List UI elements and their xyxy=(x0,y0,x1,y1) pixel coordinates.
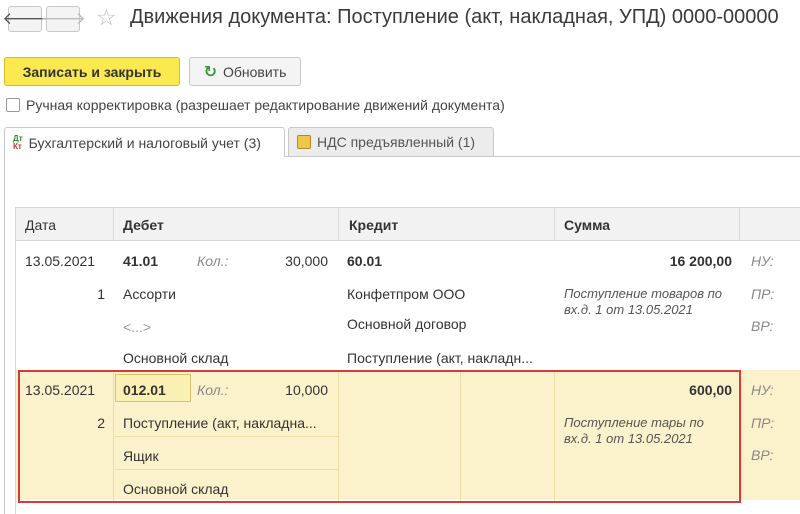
entries-table: Дата Дебет Кредит Сумма 13.05.2021 1 41.… xyxy=(15,207,800,514)
vat-register-icon xyxy=(297,135,311,149)
credit-subconto-2: Основной договор xyxy=(347,316,467,332)
refresh-button[interactable]: ↻ Обновить xyxy=(189,57,301,86)
amount: 16 200,00 xyxy=(669,253,732,269)
debit-subconto-2: <...> xyxy=(123,319,152,335)
tax-vr-label: ВР: xyxy=(751,447,774,463)
selection-highlight-frame xyxy=(18,370,741,503)
debit-subconto-3: Основной склад xyxy=(123,350,229,366)
column-credit[interactable]: Кредит xyxy=(349,217,398,233)
page-title: Движения документа: Поступление (акт, на… xyxy=(130,6,779,28)
form-header: 🡐 🡒 ☆ Движения документа: Поступление (а… xyxy=(0,0,800,38)
credit-subconto-1: Конфетпром ООО xyxy=(347,286,466,302)
tab-vat-label: НДС предъявленный (1) xyxy=(317,134,476,150)
refresh-label: Обновить xyxy=(223,63,287,80)
manual-correction-checkbox[interactable] xyxy=(6,98,20,112)
tab-accounting[interactable]: Дт Кт Бухгалтерский и налоговый учет (3) xyxy=(4,127,285,157)
dt-kt-icon: Дт Кт xyxy=(13,133,23,151)
qty-label: Кол.: xyxy=(197,253,229,269)
tab-accounting-label: Бухгалтерский и налоговый учет (3) xyxy=(28,134,261,151)
row-number: 1 xyxy=(97,286,105,302)
save-and-close-button[interactable]: Записать и закрыть xyxy=(4,57,180,86)
tax-nu-label: НУ: xyxy=(751,253,774,269)
row-date: 13.05.2021 xyxy=(25,253,96,269)
debit-account: 41.01 xyxy=(123,253,159,269)
column-separator xyxy=(338,207,339,241)
debit-qty: 30,000 xyxy=(285,253,328,269)
tax-nu-label: НУ: xyxy=(751,382,774,398)
credit-account: 60.01 xyxy=(347,253,383,269)
back-button[interactable]: 🡐 xyxy=(2,6,48,32)
entry-content: Поступление товаров по вх.д. 1 от 13.05.… xyxy=(564,286,723,317)
manual-correction-label[interactable]: Ручная корректировка (разрешает редактир… xyxy=(26,97,505,113)
column-separator xyxy=(554,207,555,241)
column-separator xyxy=(739,207,740,241)
forward-button[interactable]: 🡒 xyxy=(40,6,86,32)
manual-correction-row: Ручная корректировка (разрешает редактир… xyxy=(6,97,505,113)
tab-vat[interactable]: НДС предъявленный (1) xyxy=(288,127,494,157)
column-debit[interactable]: Дебет xyxy=(123,217,164,233)
debit-subconto-1: Ассорти xyxy=(123,286,176,302)
table-header: Дата Дебет Кредит Сумма xyxy=(16,207,800,241)
column-amount[interactable]: Сумма xyxy=(564,217,610,233)
column-date[interactable]: Дата xyxy=(25,217,56,233)
star-icon[interactable]: ☆ xyxy=(96,4,117,31)
refresh-icon: ↻ xyxy=(203,63,217,81)
column-separator xyxy=(113,207,114,241)
tax-pr-label: ПР: xyxy=(751,286,775,302)
arrow-right-icon: 🡒 xyxy=(40,9,86,28)
tax-vr-label: ВР: xyxy=(751,318,774,334)
tax-pr-label: ПР: xyxy=(751,415,775,431)
credit-subconto-3: Поступление (акт, накладн... xyxy=(347,350,533,366)
